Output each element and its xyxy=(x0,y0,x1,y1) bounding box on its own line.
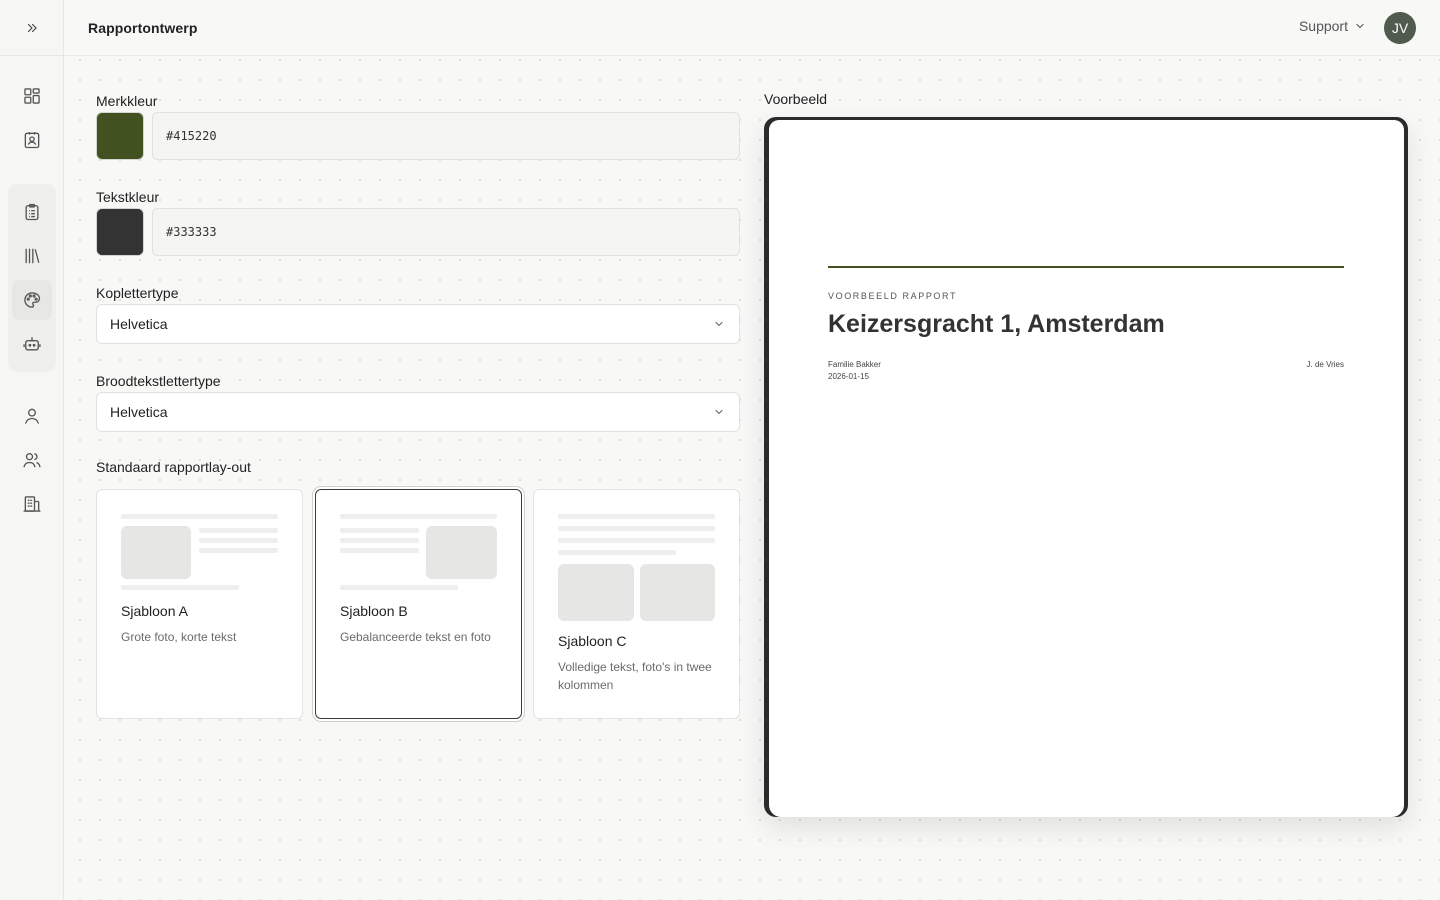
page-title: Rapportontwerp xyxy=(88,19,198,36)
template-card-a[interactable]: Sjabloon A Grote foto, korte tekst xyxy=(96,489,303,719)
user-icon xyxy=(25,408,39,424)
top-bar: Rapportontwerp xyxy=(64,0,1440,56)
brand-color-label: Merkkleur xyxy=(96,93,158,109)
preview-date: 2026-01-15 xyxy=(828,372,869,381)
skeleton-line xyxy=(558,550,676,555)
preview-client: Familie Bakker xyxy=(828,360,881,369)
heading-font-select[interactable]: Helvetica xyxy=(96,304,740,344)
template-card-b[interactable]: Sjabloon B Gebalanceerde tekst en foto xyxy=(315,489,522,719)
skeleton-line xyxy=(558,514,715,519)
rail-divider xyxy=(0,55,64,56)
sidebar-rail xyxy=(0,0,64,900)
layout-label: Standaard rapportlay-out xyxy=(96,459,251,475)
clipboard-icon xyxy=(25,203,39,221)
preview-kicker: VOORBEELD RAPPORT xyxy=(828,291,958,301)
template-card-c[interactable]: Sjabloon C Volledige tekst, foto's in tw… xyxy=(533,489,740,719)
brand-color-input[interactable]: #415220 xyxy=(152,112,740,160)
skeleton-line xyxy=(558,538,715,543)
robot-icon xyxy=(23,337,41,351)
preview-author: J. de Vries xyxy=(1306,360,1345,369)
contact-icon xyxy=(24,132,40,149)
nav-organization[interactable] xyxy=(12,484,52,524)
skeleton-line xyxy=(199,538,278,543)
report-preview: VOORBEELD RAPPORT Keizersgracht 1, Amste… xyxy=(764,117,1408,817)
skeleton-line xyxy=(340,585,458,590)
body-font-select[interactable]: Helvetica xyxy=(96,392,740,432)
skeleton-line xyxy=(340,538,419,543)
library-icon xyxy=(25,248,40,264)
skeleton-line xyxy=(558,526,715,531)
nav-profile[interactable] xyxy=(12,396,52,436)
skeleton-image xyxy=(121,526,191,579)
nav-team[interactable] xyxy=(12,440,52,480)
template-name: Sjabloon A xyxy=(121,603,188,619)
nav-reports[interactable] xyxy=(12,192,52,232)
skeleton-line xyxy=(199,528,278,533)
palette-icon xyxy=(24,292,41,308)
nav-contacts[interactable] xyxy=(12,120,52,160)
skeleton-line xyxy=(121,585,239,590)
skeleton-line xyxy=(340,548,419,553)
preview-title: Keizersgracht 1, Amsterdam xyxy=(828,310,1165,338)
nav-design[interactable] xyxy=(12,280,52,320)
nav-automation[interactable] xyxy=(12,324,52,364)
dashboard-icon xyxy=(24,88,40,104)
skeleton-image xyxy=(558,564,634,621)
template-name: Sjabloon C xyxy=(558,633,627,649)
chevrons-right-icon xyxy=(27,23,37,33)
skeleton-line xyxy=(340,514,497,519)
skeleton-image xyxy=(426,526,497,579)
template-description: Grote foto, korte tekst xyxy=(121,630,237,644)
chevron-down-icon xyxy=(1356,23,1364,29)
nav-dashboard[interactable] xyxy=(12,76,52,116)
body-font-value: Helvetica xyxy=(110,404,168,420)
skeleton-line xyxy=(121,514,278,519)
heading-font-value: Helvetica xyxy=(110,316,168,332)
template-description: Volledige tekst, foto's in twee kolommen xyxy=(558,660,712,692)
body-font-label: Broodtekstlettertype xyxy=(96,373,221,389)
avatar[interactable]: JV xyxy=(1384,12,1416,44)
text-color-swatch[interactable] xyxy=(96,208,144,256)
expand-sidebar-button[interactable] xyxy=(20,16,44,40)
support-menu-button[interactable]: Support xyxy=(1299,18,1366,34)
text-color-label: Tekstkleur xyxy=(96,189,160,205)
preview-page: VOORBEELD RAPPORT Keizersgracht 1, Amste… xyxy=(769,120,1404,817)
building-icon xyxy=(23,496,41,512)
skeleton-image xyxy=(640,564,715,621)
skeleton-line xyxy=(340,528,419,533)
text-color-input[interactable]: #333333 xyxy=(152,208,740,256)
chevron-down-icon xyxy=(715,409,723,415)
users-icon xyxy=(23,453,41,468)
heading-font-label: Koplettertype xyxy=(96,285,179,301)
template-description: Gebalanceerde tekst en foto xyxy=(340,630,491,644)
support-label: Support xyxy=(1298,18,1348,34)
brand-color-swatch[interactable] xyxy=(96,112,144,160)
brand-rule xyxy=(828,266,1344,268)
nav-library[interactable] xyxy=(12,236,52,276)
template-name: Sjabloon B xyxy=(340,603,408,619)
skeleton-line xyxy=(199,548,278,553)
preview-label: Voorbeeld xyxy=(764,91,828,107)
chevron-down-icon xyxy=(715,321,723,327)
